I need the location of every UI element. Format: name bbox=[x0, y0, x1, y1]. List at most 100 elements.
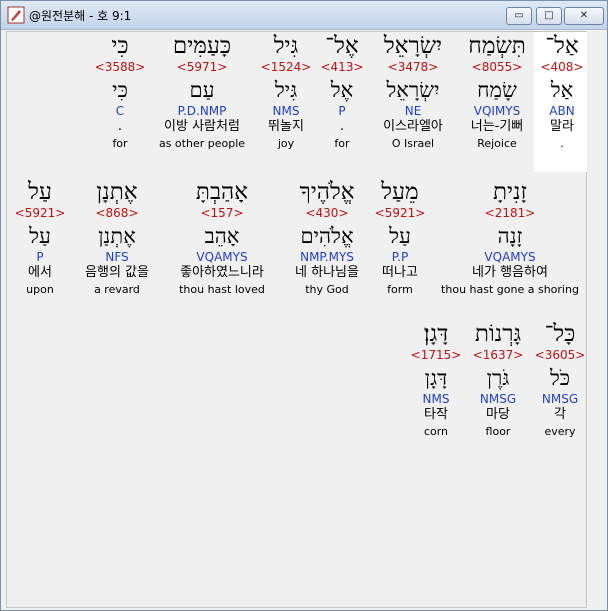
app-window: @원전분해 - 호 9:1 ▭ □ ✕ אַל־ <408> אַל ABN 말… bbox=[0, 0, 608, 611]
hebrew-word: עַל bbox=[28, 179, 52, 205]
korean-gloss: . bbox=[117, 119, 123, 134]
english-gloss: upon bbox=[26, 283, 54, 296]
hebrew-word: אֶתְנָן bbox=[96, 179, 138, 205]
strong-number: <868> bbox=[95, 206, 139, 220]
strong-number: <2181> bbox=[484, 206, 536, 220]
word-cell[interactable]: מֵעַל <5921> עַל P.P 떠나고 form bbox=[375, 178, 426, 297]
strong-number: <1715> bbox=[410, 348, 462, 362]
word-cell[interactable]: כָּל־ <3605> כֹּל NMSG 각 every bbox=[535, 320, 586, 439]
korean-gloss: 너는-기뻐 bbox=[470, 119, 524, 134]
pen-icon bbox=[7, 6, 25, 24]
word-cell[interactable]: אַל־ <408> אַל ABN 말라 . bbox=[534, 32, 590, 172]
word-cell[interactable]: דָּגָן׃ <1715> דָּגָן NMS 타작 corn bbox=[411, 320, 462, 439]
parsing-code: P.P bbox=[391, 250, 409, 264]
korean-gloss: 타작 bbox=[424, 407, 448, 422]
korean-gloss: 마당 bbox=[486, 407, 510, 422]
hebrew-root: אָהֵב bbox=[204, 224, 240, 248]
korean-gloss: 좋아하였느니라 bbox=[180, 265, 264, 280]
english-gloss: floor bbox=[485, 425, 511, 438]
strong-number: <408> bbox=[540, 60, 584, 74]
korean-gloss: 떠나고 bbox=[382, 265, 418, 280]
word-cell[interactable]: גִּיל <1524> גִּיל NMS 뛰놀지 joy bbox=[261, 32, 312, 151]
word-cell[interactable]: אֱלֹהֶיךָ <430> אֱלֹהִים NMP.MYS 네 하나님을 … bbox=[295, 178, 359, 297]
hebrew-root: גֹּרֶן bbox=[486, 366, 510, 390]
hebrew-root: עַל bbox=[389, 224, 411, 248]
english-gloss: joy bbox=[277, 137, 295, 150]
parsing-code: NMSG bbox=[479, 392, 517, 406]
parsing-code: NMSG bbox=[541, 392, 579, 406]
hebrew-root: שָׂמַח bbox=[477, 78, 517, 102]
title-bar[interactable]: @원전분해 - 호 9:1 ▭ □ ✕ bbox=[1, 1, 607, 30]
hebrew-root: זָנָה bbox=[497, 224, 523, 248]
korean-gloss: 각 bbox=[554, 407, 566, 422]
hebrew-word: אֶל־ bbox=[325, 33, 359, 59]
parsing-code: ABN bbox=[549, 104, 575, 118]
word-cell[interactable]: גָּרְנוֹת <1637> גֹּרֶן NMSG 마당 floor bbox=[473, 320, 524, 439]
word-cell[interactable]: זָנִיתָ <2181> זָנָה VQAMYS 네가 행음하여 thou… bbox=[441, 178, 579, 297]
hebrew-root: כֹּל bbox=[549, 366, 571, 390]
korean-gloss: 에서 bbox=[28, 265, 52, 280]
word-cell[interactable]: עַל <5921> עַל P 에서 upon bbox=[15, 178, 66, 297]
close-button[interactable]: ✕ bbox=[564, 7, 604, 25]
word-cell[interactable]: כָּעַמִּים <5971> עַם P.D.NMP 이방 사람처럼 as… bbox=[159, 32, 245, 151]
hebrew-word: דָּגָן׃ bbox=[423, 321, 449, 347]
strong-number: <430> bbox=[305, 206, 349, 220]
korean-gloss: 네 하나님을 bbox=[295, 265, 359, 280]
hebrew-word: כָּל־ bbox=[544, 321, 576, 347]
hebrew-word: מֵעַל bbox=[381, 179, 419, 205]
word-cell[interactable]: יִשְׂרָאֵל <3478> יִשְׂרָאֵל NE 이스라엘아 O … bbox=[383, 32, 443, 151]
interlinear-view: אַל־ <408> אַל ABN 말라 . תִּשְׂמַח <8055>… bbox=[6, 31, 590, 608]
hebrew-root: עַל bbox=[29, 224, 51, 248]
scroll-area[interactable] bbox=[587, 31, 604, 606]
strong-number: <1524> bbox=[260, 60, 312, 74]
english-gloss: for bbox=[112, 137, 128, 150]
word-cell[interactable]: אֶתְנָן <868> אֶתְנַן NFS 음행의 값을 a revar… bbox=[85, 178, 149, 297]
parsing-code: VQAMYS bbox=[196, 250, 248, 264]
english-gloss: thou hast gone a shoring bbox=[441, 283, 579, 296]
parsing-code: NE bbox=[404, 104, 422, 118]
hebrew-word: זָנִיתָ bbox=[493, 179, 527, 205]
minimize-button[interactable]: ▭ bbox=[506, 7, 532, 25]
strong-number: <8055> bbox=[471, 60, 523, 74]
hebrew-word: כִּי bbox=[111, 33, 129, 59]
english-gloss: a revard bbox=[94, 283, 140, 296]
english-gloss: Rejoice bbox=[477, 137, 517, 150]
word-cell[interactable]: כִּי <3588> כִּי C . for bbox=[95, 32, 146, 151]
hebrew-root: אֶתְנַן bbox=[98, 224, 136, 248]
word-cell[interactable]: אָהַבְתָּ <157> אָהֵב VQAMYS 좋아하였느니라 tho… bbox=[179, 178, 265, 297]
hebrew-word: יִשְׂרָאֵל bbox=[383, 33, 443, 59]
english-gloss: every bbox=[544, 425, 576, 438]
korean-gloss: 말라 bbox=[550, 119, 574, 134]
word-cell[interactable]: אֶל־ <413> אֶל P . for bbox=[320, 32, 363, 151]
korean-gloss: 이방 사람처럼 bbox=[164, 119, 240, 134]
strong-number: <5921> bbox=[374, 206, 426, 220]
parsing-code: P bbox=[338, 104, 346, 118]
parsing-code: C bbox=[115, 104, 125, 118]
hebrew-root: אֶל bbox=[330, 78, 354, 102]
strong-number: <5921> bbox=[14, 206, 66, 220]
english-gloss: thou hast loved bbox=[179, 283, 265, 296]
parsing-code: NMP.MYS bbox=[300, 250, 354, 264]
korean-gloss: 음행의 값을 bbox=[85, 265, 149, 280]
word-cell[interactable]: תִּשְׂמַח <8055> שָׂמַח VQIMYS 너는-기뻐 Rej… bbox=[468, 32, 526, 151]
korean-gloss: 네가 행음하여 bbox=[472, 265, 548, 280]
strong-number: <5971> bbox=[176, 60, 228, 74]
parsing-code: P.D.NMP bbox=[177, 104, 227, 118]
strong-number: <413> bbox=[320, 60, 364, 74]
parsing-code: NMS bbox=[422, 392, 450, 406]
parsing-code: VQAMYS bbox=[484, 250, 536, 264]
hebrew-word: אַל־ bbox=[545, 33, 579, 59]
parsing-code: VQIMYS bbox=[473, 104, 521, 118]
hebrew-root: אֱלֹהִים bbox=[300, 224, 354, 248]
maximize-button[interactable]: □ bbox=[536, 7, 562, 25]
english-gloss: form bbox=[387, 283, 413, 296]
english-gloss: corn bbox=[423, 425, 449, 438]
strong-number: <3588> bbox=[94, 60, 146, 74]
english-gloss: for bbox=[334, 137, 350, 150]
hebrew-word: גָּרְנוֹת bbox=[474, 321, 522, 347]
hebrew-word: גִּיל bbox=[273, 33, 299, 59]
hebrew-word: כָּעַמִּים bbox=[172, 33, 232, 59]
hebrew-root: עַם bbox=[189, 78, 215, 102]
strong-number: <157> bbox=[200, 206, 244, 220]
english-gloss: as other people bbox=[158, 137, 246, 150]
